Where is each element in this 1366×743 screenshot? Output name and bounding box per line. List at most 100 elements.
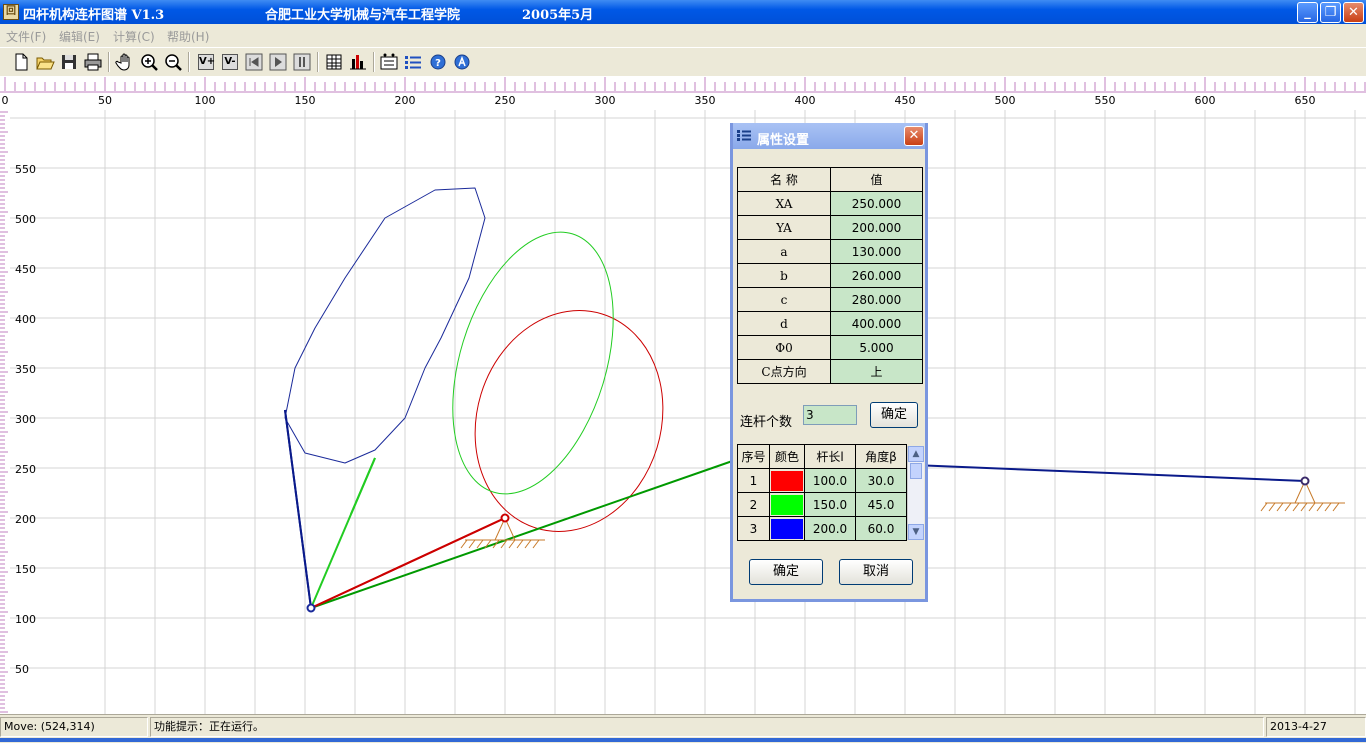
bar-chart-icon[interactable] <box>347 51 369 73</box>
property-value[interactable]: 130.000 <box>830 239 923 264</box>
ruler-x-label: 0 <box>2 94 9 107</box>
ground-hatch <box>516 539 524 549</box>
table-row[interactable]: 3 200.0 60.0 <box>737 516 907 541</box>
link-length[interactable]: 200.0 <box>804 516 856 541</box>
property-name: d <box>737 311 831 336</box>
restore-button[interactable]: ❐ <box>1320 2 1341 23</box>
vertical-ruler-ticks <box>0 111 8 713</box>
coupler-curve <box>474 310 664 532</box>
dialog-title: 属性设置 <box>757 133 810 148</box>
property-name: Φ0 <box>737 335 831 360</box>
link-count-label: 连杆个数 <box>740 415 793 430</box>
property-table: 名 称 值 XA 250.000 YA 200.000 a 130.000 b 260.… <box>737 167 923 384</box>
property-value[interactable]: 260.000 <box>830 263 923 288</box>
link-angle[interactable]: 60.0 <box>855 516 907 541</box>
table-row[interactable]: 1 100.0 30.0 <box>737 468 907 493</box>
properties-icon[interactable] <box>378 51 400 73</box>
drawing-canvas[interactable]: 550 500 450 400 350 300 250 200 150 100 50 <box>10 110 1366 714</box>
open-folder-icon[interactable] <box>34 51 56 73</box>
scroll-up-icon[interactable]: ▲ <box>908 446 924 462</box>
ruler-x-label: 350 <box>695 94 716 107</box>
menu-help[interactable]: 帮助(H) <box>167 28 209 45</box>
window-date: 2005年5月 <box>522 8 594 23</box>
dialog-title-bar[interactable]: 属性设置 ✕ <box>733 123 925 149</box>
link-angle[interactable]: 30.0 <box>855 468 907 493</box>
rewind-icon[interactable] <box>243 51 265 73</box>
menu-bar: 文件(F) 编辑(E) 计算(C) 帮助(H) <box>0 24 1366 46</box>
property-name: XA <box>737 191 831 216</box>
close-button[interactable]: ✕ <box>1343 2 1364 23</box>
zoom-in-icon[interactable] <box>138 51 160 73</box>
link-count-confirm-button[interactable]: 确定 <box>870 402 918 428</box>
table-row[interactable]: 2 150.0 45.0 <box>737 492 907 517</box>
ok-button[interactable]: 确定 <box>749 559 823 585</box>
link-length[interactable]: 150.0 <box>804 492 856 517</box>
ground-hatch <box>524 539 532 549</box>
ruler-x-label: 300 <box>595 94 616 107</box>
mechanism-drawing[interactable]: 550 500 450 400 350 300 250 200 150 100 50 <box>10 110 1366 714</box>
scroll-thumb[interactable] <box>910 463 922 479</box>
pause-icon[interactable] <box>291 51 313 73</box>
menu-edit[interactable]: 编辑(E) <box>59 28 100 45</box>
ruler-y-label: 250 <box>15 463 36 476</box>
ground-hatch <box>476 539 484 549</box>
property-value[interactable]: 200.000 <box>830 215 923 240</box>
step-back-icon[interactable]: V- <box>219 51 241 73</box>
link-angle[interactable]: 45.0 <box>855 492 907 517</box>
property-value[interactable]: 5.000 <box>830 335 923 360</box>
link-index: 2 <box>737 492 770 517</box>
joint <box>306 603 316 613</box>
link-table: 序号 颜色 杆长l 角度β 1 100.0 30.0 2 150.0 45.0 … <box>737 444 907 541</box>
ruler-x-label: 250 <box>495 94 516 107</box>
property-name: c <box>737 287 831 312</box>
property-value[interactable]: 上 <box>830 359 923 384</box>
ruler-y-label: 500 <box>15 213 36 226</box>
joint <box>500 513 510 523</box>
property-value[interactable]: 400.000 <box>830 311 923 336</box>
step-forward-icon[interactable]: V+ <box>195 51 217 73</box>
ground-hatch <box>1284 502 1292 512</box>
pan-hand-icon[interactable] <box>114 51 136 73</box>
help-icon[interactable]: ? <box>427 51 449 73</box>
ruler-x-label: 600 <box>1195 94 1216 107</box>
link-color-swatch[interactable] <box>771 470 803 491</box>
menu-file[interactable]: 文件(F) <box>6 28 46 45</box>
save-icon[interactable] <box>58 51 80 73</box>
play-icon[interactable] <box>267 51 289 73</box>
minimize-button[interactable]: _ <box>1297 2 1318 23</box>
new-file-icon[interactable] <box>10 51 32 73</box>
tracer-link <box>310 517 506 609</box>
about-icon[interactable] <box>451 51 473 73</box>
ground-hatch <box>1276 502 1284 512</box>
tracer-link <box>284 409 312 609</box>
ruler-x-label: 400 <box>795 94 816 107</box>
ruler-y-label: 450 <box>15 263 36 276</box>
list-icon[interactable] <box>402 51 424 73</box>
dialog-close-button[interactable]: ✕ <box>904 126 924 146</box>
link-count-input[interactable] <box>803 405 857 425</box>
ruler-y-label: 350 <box>15 363 36 376</box>
zoom-out-icon[interactable] <box>162 51 184 73</box>
link-color-swatch[interactable] <box>771 518 803 539</box>
property-value[interactable]: 280.000 <box>830 287 923 312</box>
ruler-x-label: 150 <box>295 94 316 107</box>
link-length[interactable]: 100.0 <box>804 468 856 493</box>
step-forward-glyph: V+ <box>198 54 215 70</box>
ground-hatch <box>508 539 516 549</box>
ground-hatch <box>1308 502 1316 512</box>
scroll-down-icon[interactable]: ▼ <box>908 524 924 540</box>
link-color-swatch[interactable] <box>771 494 803 515</box>
table-icon[interactable] <box>323 51 345 73</box>
ruler-x-label: 100 <box>195 94 216 107</box>
cancel-button[interactable]: 取消 <box>839 559 913 585</box>
link-index: 3 <box>737 516 770 541</box>
ground-hatch <box>1324 502 1332 512</box>
print-icon[interactable] <box>82 51 104 73</box>
link-table-scrollbar[interactable]: ▲ ▼ <box>907 446 924 540</box>
link-angle-header: 角度β <box>855 444 907 469</box>
step-back-glyph: V- <box>222 54 238 70</box>
function-hint: 功能提示：正在运行。 <box>150 717 1264 737</box>
property-value[interactable]: 250.000 <box>830 191 923 216</box>
title-bar[interactable]: 回 四杆机构连杆图谱 V1.3 合肥工业大学机械与汽车工程学院 2005年5月 … <box>0 0 1366 24</box>
menu-calculate[interactable]: 计算(C) <box>113 28 155 45</box>
